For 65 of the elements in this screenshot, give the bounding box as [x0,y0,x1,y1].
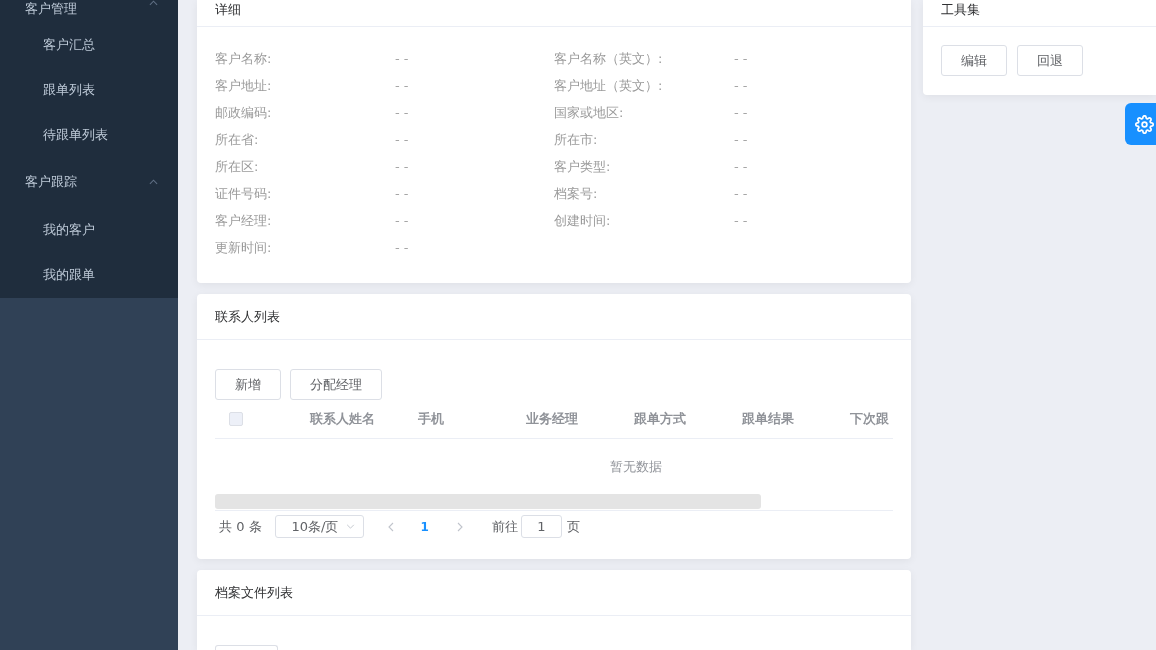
card-title: 联系人列表 [215,307,280,326]
edit-button[interactable]: 编辑 [941,45,1007,76]
next-page-icon[interactable] [456,521,463,532]
sidebar-group-title[interactable]: 客户跟踪 [0,157,178,207]
field-value: - - [395,185,410,203]
field-label: 所在市: [554,131,599,149]
sidebar-item[interactable]: 待跟单列表 [0,112,178,157]
field-value: - - [734,212,749,230]
sidebar-item[interactable]: 跟单列表 [0,67,178,112]
field-value: - - [395,158,410,176]
column-header: 跟单方式 [634,410,686,428]
sidebar-item[interactable]: 我的客户 [0,207,178,252]
caret-icon [345,524,355,529]
field-value: - - [734,185,749,203]
back-button[interactable]: 回退 [1017,45,1083,76]
field-value: - - [395,212,410,230]
field-label: 国家或地区: [554,104,625,122]
field-value: - - [734,50,749,68]
field-label: 客户类型: [554,158,612,176]
field-label: 所在省: [215,131,260,149]
field-value: - - [734,131,749,149]
total-count-text: 共 0 条 [219,517,262,536]
column-header: 手机 [418,410,444,428]
settings-button[interactable] [1125,103,1156,145]
sidebar-group-title[interactable]: 客户管理 [0,0,178,22]
field-label: 更新时间: [215,239,273,257]
cut-off-button[interactable] [215,645,278,650]
checkbox[interactable] [229,412,243,426]
field-value: - - [395,131,410,149]
page-size-select[interactable]: 10条/页 [274,515,364,538]
page-suffix-text: 页 [566,517,580,536]
sidebar-item[interactable]: 我的跟单 [0,252,178,297]
field-label: 创建时间: [554,212,612,230]
field-value: - - [395,239,410,257]
card-title: 详细 [215,1,241,19]
add-button[interactable]: 新增 [215,369,281,400]
field-value: - - [734,77,749,95]
column-header: 下次跟 [850,410,889,428]
field-value: - - [395,104,410,122]
field-label: 客户名称: [215,50,273,68]
goto-label: 前往 [491,517,518,536]
field-label: 档案号: [554,185,599,203]
field-label: 证件号码: [215,185,273,203]
field-label: 邮政编码: [215,104,273,122]
empty-table-text: 暂无数据 [610,457,662,476]
column-header: 跟单结果 [742,410,794,428]
field-value: - - [395,77,410,95]
card-title: 工具集 [941,1,980,19]
field-value: - - [734,104,749,122]
column-header: 联系人姓名 [310,410,375,428]
field-label: 所在区: [215,158,260,176]
previous-page-icon[interactable] [387,521,394,532]
scrollbar-thumb[interactable] [215,494,761,509]
field-label: 客户名称（英文）: [554,50,664,68]
field-label: 客户地址: [215,77,273,95]
sidebar-item[interactable]: 客户汇总 [0,22,178,67]
goto-page-field[interactable]: 1 [520,515,562,538]
column-header: 业务经理 [526,410,578,428]
field-label: 客户地址（英文）: [554,77,664,95]
card-title: 档案文件列表 [215,583,293,602]
assign-manager-button[interactable]: 分配经理 [290,369,382,400]
field-label: 客户经理: [215,212,273,230]
field-value: - - [395,50,410,68]
settings-icon [1135,114,1154,134]
field-value: - - [734,158,749,176]
